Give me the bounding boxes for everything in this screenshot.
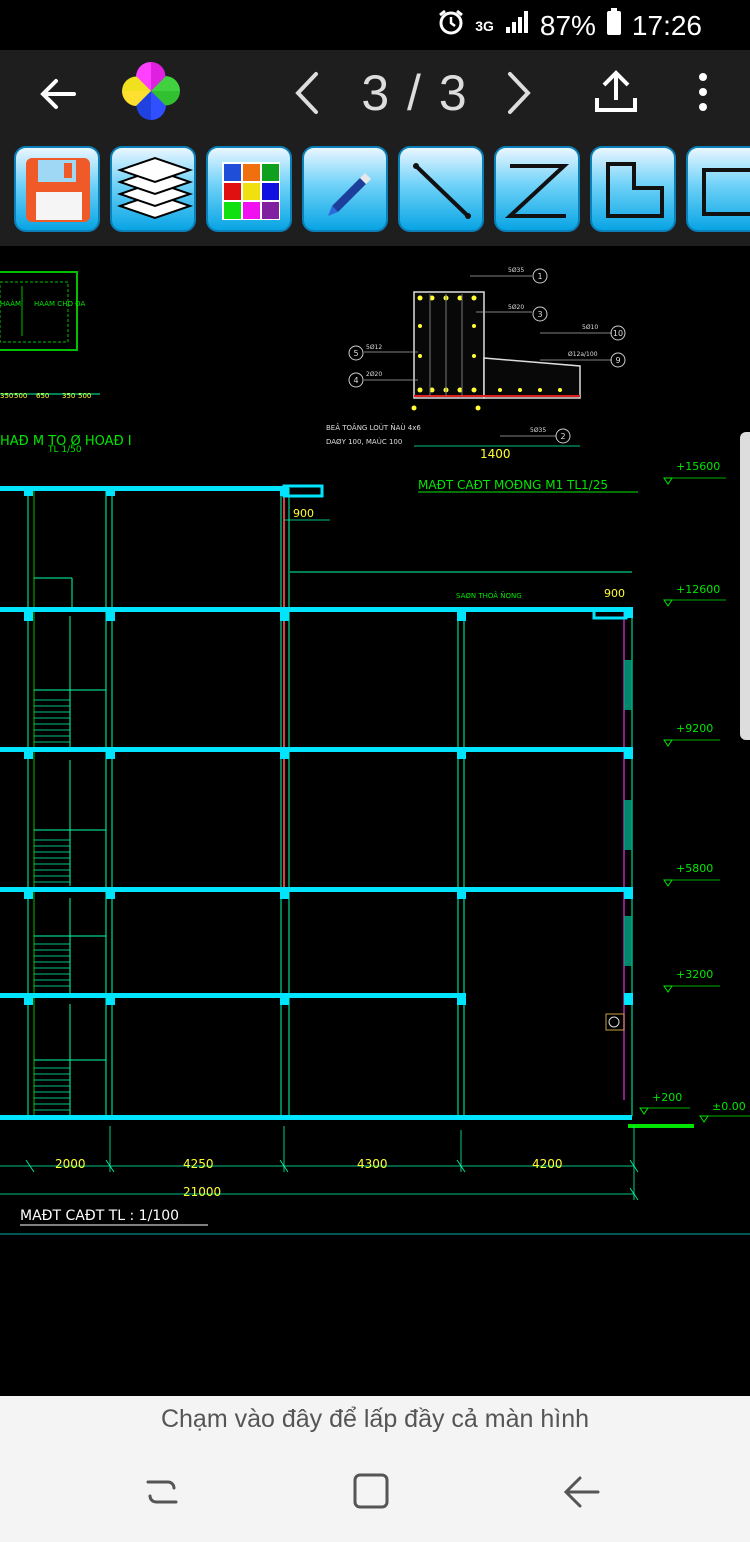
rebar-label-1: 5Ø35 — [508, 267, 524, 274]
left-dim-4: 350 — [62, 392, 75, 400]
line-tool-button[interactable] — [398, 146, 484, 232]
more-menu-button[interactable] — [690, 70, 716, 114]
share-button[interactable] — [592, 68, 640, 116]
elev-3200: +3200 — [676, 968, 713, 981]
foundation-detail: 1 3 10 9 5 4 2 5Ø35 5Ø20 5Ø10 Ø12a/100 5… — [326, 267, 638, 493]
status-bar: 3G 87% 17:26 — [0, 0, 750, 50]
rebar-label-4: Ø12a/100 — [568, 351, 598, 358]
home-button[interactable] — [350, 1470, 394, 1514]
detail-note-2: DAØY 100, MAÙC 100 — [326, 437, 402, 446]
layers-icon — [116, 156, 194, 220]
left-dim-5: 500 — [78, 392, 91, 400]
more-vert-icon — [699, 73, 707, 111]
elev-200: +200 — [652, 1091, 682, 1104]
rebar-label-6: 2Ø20 — [366, 371, 382, 378]
nav-back-icon — [563, 1476, 600, 1508]
chevron-right-icon — [508, 72, 531, 114]
home-square-icon — [353, 1473, 389, 1509]
color-tool-button[interactable] — [206, 146, 292, 232]
fullscreen-hint[interactable]: Chạm vào đây để lấp đầy cả màn hình — [0, 1396, 750, 1442]
nav-back-button[interactable] — [560, 1470, 604, 1514]
left-dim-2: 500 — [14, 392, 27, 400]
building-section: 900 900 SAØN THOÂ ÑONG +15600 +12600 +92… — [0, 460, 750, 1235]
left-dim-3: 650 — [36, 392, 49, 400]
system-nav-bar — [0, 1442, 750, 1542]
callout-1: 1 — [537, 272, 542, 281]
dim-900-upper: 900 — [293, 507, 314, 520]
chevron-left-icon — [295, 72, 318, 114]
rebar-label-2: 5Ø20 — [508, 304, 524, 311]
page-counter: 3 / 3 — [361, 65, 469, 121]
battery-icon — [606, 8, 622, 43]
recents-icon — [146, 1480, 178, 1504]
layers-tool-button[interactable] — [110, 146, 196, 232]
callout-4: 4 — [353, 376, 358, 385]
arrow-left-icon — [40, 79, 76, 109]
elev-12600: +12600 — [676, 583, 720, 596]
elev-15600: +15600 — [676, 460, 720, 473]
save-tool-button[interactable] — [14, 146, 100, 232]
elev-9200: +9200 — [676, 722, 713, 735]
callout-10: 10 — [613, 329, 623, 338]
scroll-handle[interactable] — [740, 432, 750, 740]
pen-icon — [328, 173, 371, 216]
left-room-label-1: HAÀM — [0, 299, 21, 308]
elev-5800: +5800 — [676, 862, 713, 875]
floor-label: SAØN THOÂ ÑONG — [456, 591, 522, 600]
dim-4200: 4200 — [532, 1157, 563, 1171]
callout-5: 5 — [353, 349, 358, 358]
detail-dim-1400: 1400 — [480, 447, 511, 461]
polygon-tool-button[interactable] — [590, 146, 676, 232]
pinwheel-logo-icon — [121, 61, 181, 121]
left-detail: HAÀM HAÀM CHO ĐA 350 500 650 350 500 HAĐ… — [0, 271, 132, 455]
detail-note-1: BEÂ TOÂNG LOÙT ÑAÙ 4x6 — [326, 423, 421, 432]
rectangle-tool-button[interactable] — [686, 146, 750, 232]
left-detail-scale: TL 1/50 — [47, 445, 82, 455]
polygon-icon — [606, 162, 664, 218]
dim-2000: 2000 — [55, 1157, 86, 1171]
upload-icon — [595, 70, 637, 112]
prev-page-button[interactable] — [290, 70, 326, 116]
polyline-tool-button[interactable] — [494, 146, 580, 232]
elev-0: ±0.00 — [712, 1100, 746, 1113]
callout-9: 9 — [615, 356, 620, 365]
dim-21000: 21000 — [183, 1185, 221, 1199]
callout-3: 3 — [537, 310, 542, 319]
signal-icon — [504, 9, 530, 42]
left-dim-1: 350 — [0, 392, 13, 400]
callout-2: 2 — [560, 432, 565, 441]
clock-time: 17:26 — [631, 9, 702, 41]
back-button[interactable] — [36, 72, 80, 116]
pen-tool-button[interactable] — [302, 146, 388, 232]
drawing-canvas[interactable]: HAÀM HAÀM CHO ĐA 350 500 650 350 500 HAĐ… — [0, 246, 750, 1396]
rectangle-icon — [702, 168, 750, 216]
polyline-icon — [504, 164, 570, 218]
recents-button[interactable] — [140, 1470, 184, 1514]
rebar-label-5: 5Ø12 — [366, 344, 382, 351]
app-logo — [118, 58, 184, 124]
rebar-label-7: 5Ø35 — [530, 427, 546, 434]
dim-4300: 4300 — [357, 1157, 388, 1171]
section-title: MAĐT CAĐT TL : 1/100 — [20, 1208, 179, 1224]
line-icon — [413, 163, 471, 219]
battery-percent: 87% — [539, 9, 596, 41]
dim-4250: 4250 — [183, 1157, 214, 1171]
dim-900-lower: 900 — [604, 587, 625, 600]
detail-title: MAĐT CAĐT MOĐNG M1 TL1/25 — [418, 478, 608, 492]
cad-drawing: HAÀM HAÀM CHO ĐA 350 500 650 350 500 HAĐ… — [0, 267, 750, 1235]
next-page-button[interactable] — [500, 70, 536, 116]
network-type: 3G — [475, 17, 494, 34]
alarm-clock-icon — [437, 8, 465, 43]
drawing-toolbar — [0, 134, 750, 246]
app-bar: 3 / 3 — [0, 50, 750, 134]
rebar-label-3: 5Ø10 — [582, 324, 598, 331]
color-palette-icon — [222, 162, 280, 220]
left-room-label-2: HAÀM CHO ĐA — [34, 299, 85, 308]
save-icon — [26, 158, 90, 222]
